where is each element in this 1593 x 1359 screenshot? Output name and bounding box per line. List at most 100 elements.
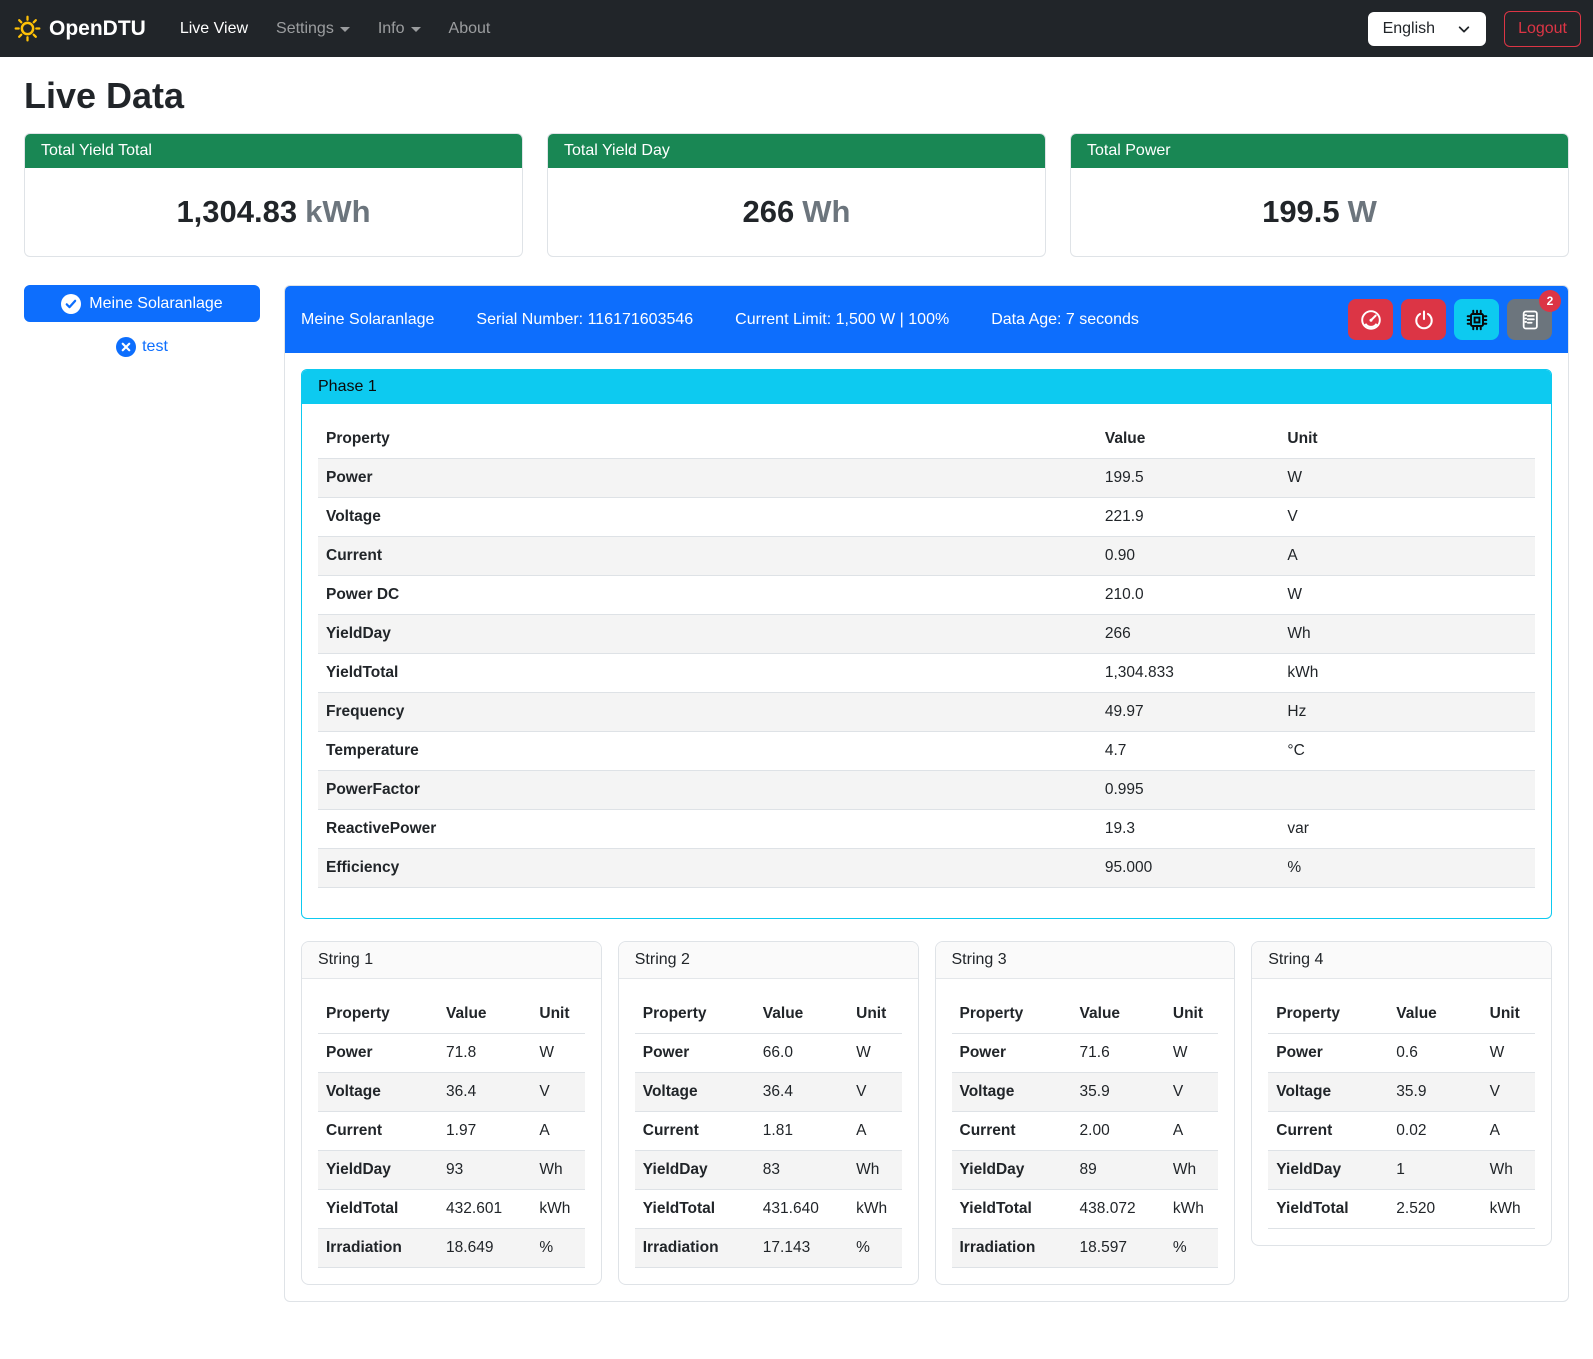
limit-settings-button[interactable] — [1348, 299, 1393, 340]
unit-cell: V — [1165, 1073, 1218, 1112]
table-row: YieldTotal2.520kWh — [1268, 1190, 1535, 1229]
page-title: Live Data — [24, 75, 1569, 117]
chevron-down-icon — [340, 27, 350, 32]
nav-item-label: Settings — [276, 20, 334, 38]
string-card-title: String 1 — [302, 942, 601, 979]
value-cell: 18.597 — [1072, 1229, 1165, 1268]
column-header-unit: Unit — [531, 995, 584, 1034]
column-header-unit: Unit — [1165, 995, 1218, 1034]
card-unit: W — [1348, 194, 1377, 229]
value-cell: 0.6 — [1388, 1034, 1481, 1073]
value-cell: 1 — [1388, 1151, 1481, 1190]
strings-row: String 1 PropertyValueUnit Power71.8WVol… — [301, 941, 1552, 1285]
event-log-button[interactable]: 2 — [1507, 299, 1552, 340]
value-cell: 89 — [1072, 1151, 1165, 1190]
card-value: 266 — [743, 194, 795, 229]
table-row: Current0.90A — [318, 537, 1535, 576]
column-header-unit: Unit — [1279, 420, 1535, 459]
sidebar-item-test[interactable]: test — [24, 336, 260, 358]
total-yield-total-card: Total Yield Total 1,304.83kWh — [24, 133, 523, 257]
navbar: OpenDTU Live View Settings Info About — [0, 0, 1593, 57]
check-circle-icon — [61, 294, 81, 314]
language-select[interactable]: English — [1368, 12, 1486, 46]
sidebar-item-meine-solaranlage[interactable]: Meine Solaranlage — [24, 285, 260, 322]
property-cell: Efficiency — [318, 849, 1097, 888]
nav-item-settings[interactable]: Settings — [266, 12, 360, 46]
property-cell: YieldDay — [635, 1151, 755, 1190]
nav-item-label: Live View — [180, 20, 248, 38]
column-header-value: Value — [1388, 995, 1481, 1034]
property-cell: Power — [318, 459, 1097, 498]
power-icon — [1413, 309, 1435, 331]
table-row: Power0.6W — [1268, 1034, 1535, 1073]
cpu-icon — [1465, 308, 1489, 332]
card-unit: kWh — [305, 194, 370, 229]
string-card: String 3 PropertyValueUnit Power71.6WVol… — [935, 941, 1236, 1285]
column-header-value: Value — [1097, 420, 1280, 459]
unit-cell: % — [848, 1229, 901, 1268]
nav-item-info[interactable]: Info — [368, 12, 431, 46]
value-cell: 17.143 — [755, 1229, 848, 1268]
column-header-property: Property — [1268, 995, 1388, 1034]
property-cell: Voltage — [318, 1073, 438, 1112]
table-row: Voltage36.4V — [635, 1073, 902, 1112]
table-row: Voltage221.9V — [318, 498, 1535, 537]
logout-button[interactable]: Logout — [1504, 11, 1581, 47]
chevron-down-icon — [411, 27, 421, 32]
table-row: YieldDay89Wh — [952, 1151, 1219, 1190]
property-cell: YieldDay — [1268, 1151, 1388, 1190]
power-toggle-button[interactable] — [1401, 299, 1446, 340]
column-header-unit: Unit — [848, 995, 901, 1034]
unit-cell: kWh — [531, 1190, 584, 1229]
unit-cell: kWh — [848, 1190, 901, 1229]
inverter-data-age: Data Age: 7 seconds — [991, 311, 1139, 329]
unit-cell: A — [1482, 1112, 1535, 1151]
value-cell: 2.00 — [1072, 1112, 1165, 1151]
value-cell: 266 — [1097, 615, 1280, 654]
string-card: String 4 PropertyValueUnit Power0.6WVolt… — [1251, 941, 1552, 1246]
unit-cell: % — [1165, 1229, 1218, 1268]
unit-cell: W — [848, 1034, 901, 1073]
sidebar-item-label: Meine Solaranlage — [89, 295, 222, 313]
unit-cell: °C — [1279, 732, 1535, 771]
value-cell: 432.601 — [438, 1190, 531, 1229]
unit-cell: A — [848, 1112, 901, 1151]
value-cell: 36.4 — [438, 1073, 531, 1112]
device-info-button[interactable] — [1454, 299, 1499, 340]
table-row: Voltage35.9V — [1268, 1073, 1535, 1112]
x-circle-icon — [116, 337, 136, 357]
brand[interactable]: OpenDTU — [14, 15, 146, 42]
card-title: Total Yield Total — [25, 134, 522, 168]
string-card-title: String 3 — [936, 942, 1235, 979]
property-cell: Irradiation — [318, 1229, 438, 1268]
value-cell: 35.9 — [1072, 1073, 1165, 1112]
value-cell: 49.97 — [1097, 693, 1280, 732]
unit-cell: A — [1165, 1112, 1218, 1151]
chevron-down-icon — [1457, 22, 1471, 36]
table-row: Irradiation17.143% — [635, 1229, 902, 1268]
string-card: String 2 PropertyValueUnit Power66.0WVol… — [618, 941, 919, 1285]
string-table: PropertyValueUnit Power66.0WVoltage36.4V… — [635, 995, 902, 1268]
nav-item-label: About — [449, 20, 491, 38]
value-cell: 36.4 — [755, 1073, 848, 1112]
unit-cell: V — [1279, 498, 1535, 537]
total-yield-day-card: Total Yield Day 266Wh — [547, 133, 1046, 257]
property-cell: Voltage — [952, 1073, 1072, 1112]
table-row: Temperature4.7°C — [318, 732, 1535, 771]
value-cell: 95.000 — [1097, 849, 1280, 888]
value-cell: 2.520 — [1388, 1190, 1481, 1229]
string-table: PropertyValueUnit Power71.8WVoltage36.4V… — [318, 995, 585, 1268]
unit-cell: Hz — [1279, 693, 1535, 732]
column-header-unit: Unit — [1482, 995, 1535, 1034]
table-row: YieldTotal1,304.833kWh — [318, 654, 1535, 693]
table-row: Efficiency95.000% — [318, 849, 1535, 888]
unit-cell: W — [1165, 1034, 1218, 1073]
property-cell: Current — [318, 537, 1097, 576]
value-cell: 71.6 — [1072, 1034, 1165, 1073]
nav-item-about[interactable]: About — [439, 12, 501, 46]
nav-item-live-view[interactable]: Live View — [170, 12, 258, 46]
property-cell: Irradiation — [635, 1229, 755, 1268]
inverter-card-header: Meine Solaranlage Serial Number: 1161716… — [285, 286, 1568, 353]
table-row: YieldTotal431.640kWh — [635, 1190, 902, 1229]
unit-cell: W — [1279, 576, 1535, 615]
